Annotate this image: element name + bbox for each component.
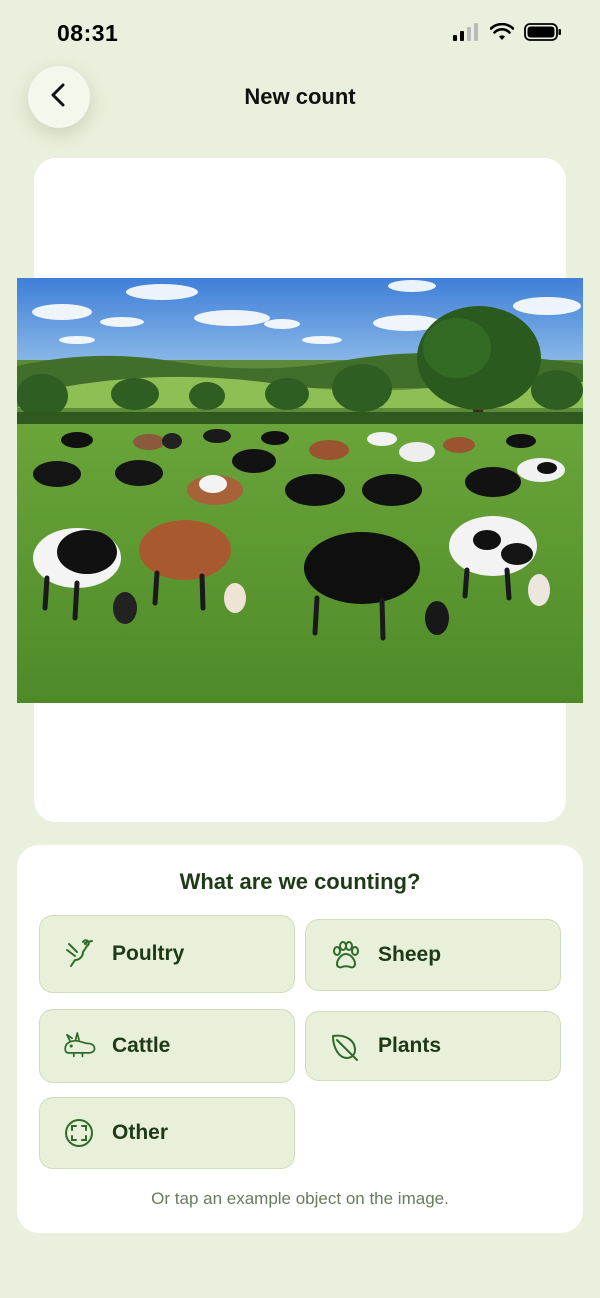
option-label: Plants xyxy=(378,1034,442,1057)
status-icons xyxy=(452,22,562,47)
rabbit-icon xyxy=(60,1027,98,1065)
option-label: Poultry xyxy=(112,942,185,965)
option-label: Sheep xyxy=(378,943,442,966)
hint-text: Or tap an example object on the image. xyxy=(151,1189,449,1208)
option-poultry[interactable]: Poultry xyxy=(39,915,295,993)
option-other[interactable]: Other xyxy=(39,1097,295,1169)
page-title: New count xyxy=(244,84,356,109)
counting-panel: What are we counting? Poultry Sheep Catt… xyxy=(17,845,583,1233)
cattle-photo[interactable] xyxy=(17,278,583,703)
option-label: Cattle xyxy=(112,1034,171,1057)
leaf-icon xyxy=(326,1027,364,1065)
option-cattle[interactable]: Cattle xyxy=(39,1009,295,1083)
counting-question: What are we counting? xyxy=(179,869,421,894)
option-sheep[interactable]: Sheep xyxy=(305,919,561,991)
wifi-icon xyxy=(489,22,515,46)
status-bar: 08:31 xyxy=(0,0,600,64)
paw-icon xyxy=(326,936,364,974)
bird-icon xyxy=(60,935,98,973)
signal-icon xyxy=(452,23,480,46)
option-label: Other xyxy=(112,1121,169,1144)
battery-icon xyxy=(524,22,562,47)
focus-frame-icon xyxy=(60,1114,98,1152)
option-plants[interactable]: Plants xyxy=(305,1011,561,1081)
status-time: 08:31 xyxy=(57,20,119,46)
